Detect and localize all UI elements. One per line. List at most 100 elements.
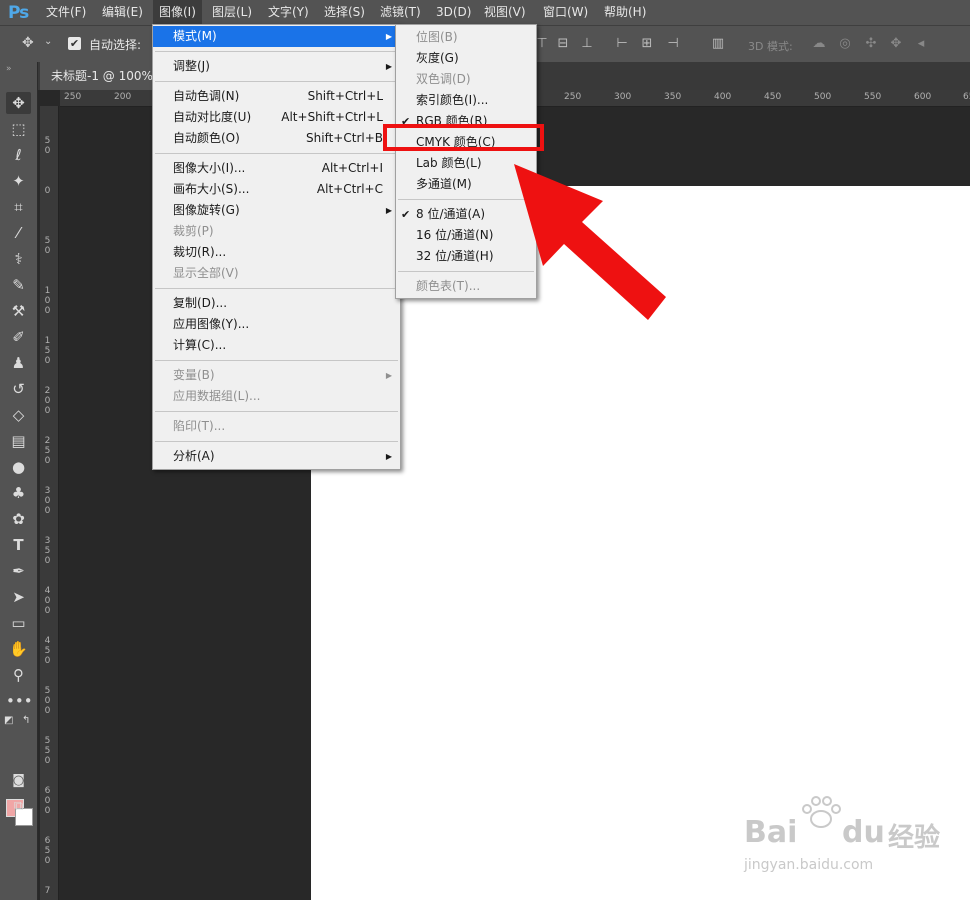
align-hcenter-icon[interactable]: ⊞ bbox=[640, 37, 654, 51]
menu-item-shortcut: Shift+Ctrl+B bbox=[306, 131, 383, 145]
swap-colors-icon[interactable]: ↰ bbox=[22, 715, 30, 726]
pen-tool-icon[interactable]: ✒ bbox=[6, 560, 31, 582]
submenu-arrow-icon: ▶ bbox=[385, 62, 392, 71]
menu-separator bbox=[155, 288, 398, 289]
menubar-item[interactable]: 滤镜(T) bbox=[380, 0, 421, 25]
healing-brush-tool-icon[interactable]: ⚕ bbox=[6, 248, 31, 270]
align-left-icon[interactable]: ⊢ bbox=[615, 37, 629, 51]
menubar-item[interactable]: 文字(Y) bbox=[268, 0, 309, 25]
3d-pan-icon[interactable]: ✣ bbox=[864, 37, 878, 51]
menu-item[interactable]: 索引颜色(I)... bbox=[396, 90, 536, 111]
marquee-tool-icon[interactable]: ⬚ bbox=[6, 118, 31, 140]
quick-mask-icon[interactable]: ◙ bbox=[6, 770, 31, 792]
ruler-tick-label: 550 bbox=[44, 736, 51, 766]
menu-item-shortcut: Shift+Ctrl+L bbox=[307, 89, 383, 103]
menu-item[interactable]: 复制(D)... bbox=[153, 293, 400, 314]
more-tools-icon[interactable]: ••• bbox=[6, 690, 33, 712]
document-tab[interactable]: 未标题-1 @ 100% bbox=[40, 62, 152, 90]
dodge-tool-icon[interactable]: ♣ bbox=[6, 482, 31, 504]
ruler-tick-label: 350 bbox=[664, 92, 682, 102]
menu-item[interactable]: 调整(J) ▶ bbox=[153, 56, 400, 77]
menu-item-label: 图像旋转(G) bbox=[173, 203, 240, 217]
path-selection-tool-icon[interactable]: ➤ bbox=[6, 586, 31, 608]
submenu-arrow-icon: ▶ bbox=[385, 452, 392, 461]
auto-select-checkbox[interactable]: ✔ bbox=[68, 37, 81, 50]
menu-item[interactable]: 计算(C)... bbox=[153, 335, 400, 356]
zoom-tool-icon[interactable]: ⚲ bbox=[6, 664, 31, 686]
menu-item[interactable]: 分析(A) ▶ bbox=[153, 446, 400, 467]
menu-item[interactable]: 应用图像(Y)... bbox=[153, 314, 400, 335]
menu-item: 变量(B) ▶ bbox=[153, 365, 400, 386]
menu-item[interactable]: 图像大小(I)... Alt+Ctrl+I bbox=[153, 158, 400, 179]
hand-tool-icon[interactable]: ✋ bbox=[6, 638, 31, 660]
menubar-item[interactable]: 图像(I) bbox=[153, 0, 202, 25]
menu-item[interactable]: 模式(M) ▶ bbox=[153, 26, 400, 47]
auto-align-icon[interactable]: ▥ bbox=[711, 37, 725, 51]
stamp-tool-icon[interactable]: ♟ bbox=[6, 352, 31, 374]
magic-wand-tool-icon[interactable]: ✦ bbox=[6, 170, 31, 192]
blur-tool-icon[interactable]: ● bbox=[6, 456, 31, 478]
menubar-item[interactable]: 文件(F) bbox=[46, 0, 86, 25]
ruler-tick-label: 300 bbox=[44, 486, 51, 516]
default-colors-icon[interactable]: ◩ bbox=[4, 715, 13, 726]
ruler-tick-label: 500 bbox=[814, 92, 832, 102]
ruler-tick-label: 250 bbox=[44, 436, 51, 466]
menubar-item[interactable]: 选择(S) bbox=[324, 0, 365, 25]
type-tool-icon[interactable]: T bbox=[6, 534, 31, 556]
ruler-tick-label: 400 bbox=[44, 586, 51, 616]
menu-item[interactable]: 裁切(R)... bbox=[153, 242, 400, 263]
menu-item-label: 变量(B) bbox=[173, 368, 215, 382]
eraser-tool-icon[interactable]: ◇ bbox=[6, 404, 31, 426]
menu-item: 双色调(D) bbox=[396, 69, 536, 90]
menu-item[interactable]: 自动颜色(O) Shift+Ctrl+B bbox=[153, 128, 400, 149]
3d-roll-icon[interactable]: ◎ bbox=[838, 37, 852, 51]
move-tool-icon[interactable]: ✥ bbox=[6, 92, 31, 114]
move-tool-icon[interactable]: ✥ bbox=[22, 35, 34, 51]
ruler-tick-label: 50 bbox=[44, 236, 51, 256]
sponge-tool-icon[interactable]: ✿ bbox=[6, 508, 31, 530]
eyedropper-tool-icon[interactable]: ⁄ bbox=[6, 222, 31, 244]
menu-item[interactable]: 灰度(G) bbox=[396, 48, 536, 69]
3d-scale-icon[interactable]: ◂ bbox=[914, 37, 928, 51]
chevron-down-icon[interactable]: ⌄ bbox=[44, 36, 52, 47]
history-brush-tool-icon[interactable]: ✐ bbox=[6, 326, 31, 348]
menu-item-label: 裁切(R)... bbox=[173, 245, 227, 259]
3d-slide-icon[interactable]: ✥ bbox=[889, 37, 903, 51]
screen-mode-icon[interactable]: ⧉ bbox=[6, 796, 31, 818]
menubar-item[interactable]: 帮助(H) bbox=[604, 0, 646, 25]
watermark-brand: Bai bbox=[744, 815, 798, 850]
align-bottom-icon[interactable]: ⊥ bbox=[580, 37, 594, 51]
menu-item[interactable]: 图像旋转(G) ▶ bbox=[153, 200, 400, 221]
rectangle-tool-icon[interactable]: ▭ bbox=[6, 612, 31, 634]
align-right-icon[interactable]: ⊣ bbox=[666, 37, 680, 51]
menu-item-label: 32 位/通道(H) bbox=[416, 249, 494, 263]
clone-stamp-tool-icon[interactable]: ⚒ bbox=[6, 300, 31, 322]
collapse-panel-icon[interactable]: » bbox=[6, 64, 12, 74]
ruler-vertical: 50 0 50 100 150 200 250 300 350 400 450 500 550 600 65… bbox=[40, 106, 59, 900]
crop-tool-icon[interactable]: ⌗ bbox=[6, 196, 31, 218]
menu-item[interactable]: 自动色调(N) Shift+Ctrl+L bbox=[153, 86, 400, 107]
menu-item[interactable]: 自动对比度(U) Alt+Shift+Ctrl+L bbox=[153, 107, 400, 128]
3d-orbit-icon[interactable]: ☁ bbox=[812, 37, 826, 51]
auto-select-label: 自动选择: bbox=[89, 38, 142, 52]
art-history-brush-icon[interactable]: ↺ bbox=[6, 378, 31, 400]
menubar-item[interactable]: 图层(L) bbox=[212, 0, 252, 25]
brush-tool-icon[interactable]: ✎ bbox=[6, 274, 31, 296]
ruler-tick-label: 100 bbox=[44, 286, 51, 316]
menu-item[interactable]: 画布大小(S)... Alt+Ctrl+C bbox=[153, 179, 400, 200]
gradient-tool-icon[interactable]: ▤ bbox=[6, 430, 31, 452]
menu-item-label: 应用图像(Y)... bbox=[173, 317, 250, 331]
menu-item-label: 陷印(T)... bbox=[173, 419, 226, 433]
align-top-icon[interactable]: ⊤ bbox=[535, 37, 549, 51]
menubar-item[interactable]: 3D(D) bbox=[436, 0, 471, 25]
menubar-item[interactable]: 视图(V) bbox=[484, 0, 526, 25]
menubar-item[interactable]: 编辑(E) bbox=[102, 0, 143, 25]
image-menu: 模式(M) ▶ 调整(J) ▶ 自动色调(N) Shift+Ctrl+L 自动对比度(U) A… bbox=[152, 24, 401, 470]
align-vcenter-icon[interactable]: ⊟ bbox=[556, 37, 570, 51]
menu-item-label: 颜色表(T)... bbox=[416, 279, 481, 293]
annotation-arrow-icon bbox=[514, 164, 666, 320]
menubar-item[interactable]: 窗口(W) bbox=[543, 0, 588, 25]
lasso-tool-icon[interactable]: ℓ bbox=[6, 144, 31, 166]
ruler-tick-label: 600 bbox=[44, 786, 51, 816]
ruler-tick-label: 600 bbox=[914, 92, 932, 102]
